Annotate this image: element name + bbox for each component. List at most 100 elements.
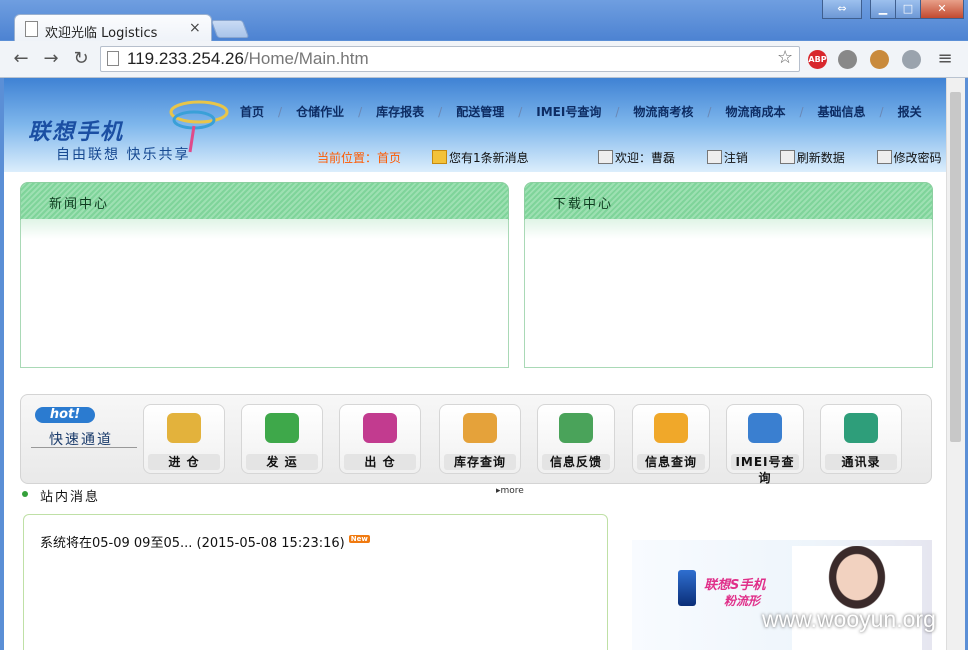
nav-item[interactable]: 物流商考核 (633, 103, 693, 120)
address-bar[interactable]: 119.233.254.26/Home/Main.htm ☆ (100, 46, 800, 72)
nav-item[interactable]: 报关 (898, 103, 922, 120)
download-panel-title: 下载中心 (553, 197, 614, 212)
watermark: www.wooyun.org (762, 606, 936, 632)
browser-toolbar: ← → ↻ 119.233.254.26/Home/Main.htm ☆ ABP… (0, 41, 968, 78)
nav-separator: / (707, 105, 712, 119)
url-text[interactable]: 119.233.254.26/Home/Main.htm (127, 49, 369, 69)
quick-access-title: 快速通道 (49, 432, 113, 448)
quick-button-label: 信息反馈 (542, 454, 610, 470)
logout-link[interactable]: 注销 (706, 149, 748, 166)
forward-button[interactable]: → (40, 49, 62, 69)
refresh-data-link[interactable]: 刷新数据 (779, 149, 845, 166)
quick-button-icon (265, 413, 299, 443)
nav-item[interactable]: IMEI号查询 (536, 103, 601, 120)
nav-separator: / (438, 105, 443, 119)
nav-separator: / (278, 105, 283, 119)
window-maximize-button[interactable]: □ (895, 0, 921, 19)
back-button[interactable]: ← (10, 49, 32, 69)
quick-button-icon (463, 413, 497, 443)
nav-item[interactable]: 配送管理 (456, 103, 504, 120)
quick-button[interactable]: 信息查询 (632, 404, 710, 474)
more-link[interactable]: ▸more (496, 486, 524, 496)
tab-close-icon[interactable]: × (189, 20, 201, 36)
news-panel: 新闻中心 (20, 182, 509, 368)
new-tab-button[interactable] (210, 20, 250, 38)
vertical-scrollbar[interactable] (946, 78, 965, 650)
scrollbar-thumb[interactable] (950, 92, 961, 442)
message-text[interactable]: 您有1条新消息 (449, 151, 529, 165)
quick-button[interactable]: 信息反馈 (537, 404, 615, 474)
site-messages-box: 系统将在05-09 09至05... (2015-05-08 15:23:16)… (23, 514, 608, 650)
extension-gray-icon[interactable] (838, 50, 857, 69)
panel-fade (525, 219, 932, 239)
quick-button[interactable]: 发 运 (241, 404, 323, 474)
new-badge: New (348, 535, 370, 543)
welcome-user: 欢迎：曹磊 (598, 149, 675, 166)
quick-button-icon (654, 413, 688, 443)
window-close-button[interactable]: ✕ (920, 0, 964, 19)
quick-button-icon (167, 413, 201, 443)
site-messages-title: 站内消息 (40, 490, 101, 505)
quick-button[interactable]: 出 仓 (339, 404, 421, 474)
window-restore-button[interactable]: ⇔ (822, 0, 862, 19)
nav-separator: / (799, 105, 804, 119)
change-password-link[interactable]: 修改密码 (876, 149, 942, 166)
logo-text: 联想手机 (28, 119, 125, 145)
nav-item[interactable]: 物流商成本 (725, 103, 785, 120)
quick-button[interactable]: 进 仓 (143, 404, 225, 474)
globe-icon[interactable] (902, 50, 921, 69)
quick-button[interactable]: 库存查询 (439, 404, 521, 474)
logo-swirl-icon (169, 100, 229, 153)
site-header: 联想手机 自由联想 快乐共享 首页 / 仓储作业 / 库存报表 / 配送管理 / IMEI号查询… (4, 78, 946, 172)
nav-separator: / (358, 105, 363, 119)
download-panel-header: 下载中心 (524, 182, 933, 220)
nav-item[interactable]: 仓储作业 (296, 103, 344, 120)
cookie-icon[interactable] (870, 50, 889, 69)
logo: 联想手机 自由联想 快乐共享 (4, 78, 234, 172)
quick-button-label: 进 仓 (148, 454, 220, 470)
news-panel-header: 新闻中心 (20, 182, 509, 220)
nav-item[interactable]: 库存报表 (376, 103, 424, 120)
current-location: 当前位置：首页 (317, 151, 402, 165)
nav-separator: / (879, 105, 884, 119)
reload-button[interactable]: ↻ (70, 49, 92, 69)
user-bar: 欢迎：曹磊 注销 刷新数据 修改密码 (598, 149, 946, 166)
nav-separator: / (615, 105, 620, 119)
list-item[interactable]: 系统将在05-09 09至05... (2015-05-08 15:23:16)… (40, 532, 370, 551)
page-icon (107, 51, 119, 66)
browser-tab[interactable]: 欢迎光临 Logistics × (14, 14, 212, 43)
logout-icon (706, 150, 722, 164)
phone-image (678, 570, 696, 606)
nav-item[interactable]: 首页 (240, 103, 264, 120)
nav-item[interactable]: 基础信息 (818, 103, 866, 120)
window-minimize-button[interactable]: ▁ (870, 0, 896, 19)
quick-button-label: IMEI号查询 (731, 454, 799, 485)
password-icon (876, 150, 892, 164)
quick-button-label: 发 运 (246, 454, 318, 470)
quick-button-icon (363, 413, 397, 443)
divider (31, 447, 137, 448)
message-notice[interactable]: 您有1条新消息 (432, 149, 529, 166)
quick-button[interactable]: 通讯录 (820, 404, 902, 474)
abp-icon[interactable]: ABP (808, 50, 827, 69)
tab-title: 欢迎光临 Logistics (45, 26, 158, 41)
menu-icon[interactable]: ≡ (934, 49, 956, 69)
quick-button-label: 库存查询 (444, 454, 516, 470)
quick-button[interactable]: IMEI号查询 (726, 404, 804, 485)
bullet-icon (22, 491, 28, 497)
news-panel-title: 新闻中心 (49, 197, 110, 212)
page-viewport: 联想手机 自由联想 快乐共享 首页 / 仓储作业 / 库存报表 / 配送管理 / IMEI号查询… (4, 78, 946, 650)
quick-button-label: 通讯录 (825, 454, 897, 470)
bookmark-star-icon[interactable]: ☆ (777, 47, 793, 68)
message-icon (432, 150, 447, 164)
quick-access-bar: hot! 快速通道 进 仓 发 运 出 仓 库存查询 信息反馈 信息查询 IMEI号查询 通讯… (20, 394, 932, 485)
page-icon (25, 21, 38, 37)
hot-badge: hot! (35, 407, 95, 423)
browser-titlebar: 欢迎光临 Logistics × ⇔ ▁ □ ✕ (0, 0, 968, 43)
panel-fade (21, 219, 508, 239)
quick-button-icon (559, 413, 593, 443)
user-icon (598, 150, 613, 164)
download-panel: 下载中心 (524, 182, 933, 368)
quick-button-label: 出 仓 (344, 454, 416, 470)
promo-banner[interactable]: 联想S手机 粉流形 (632, 540, 932, 650)
